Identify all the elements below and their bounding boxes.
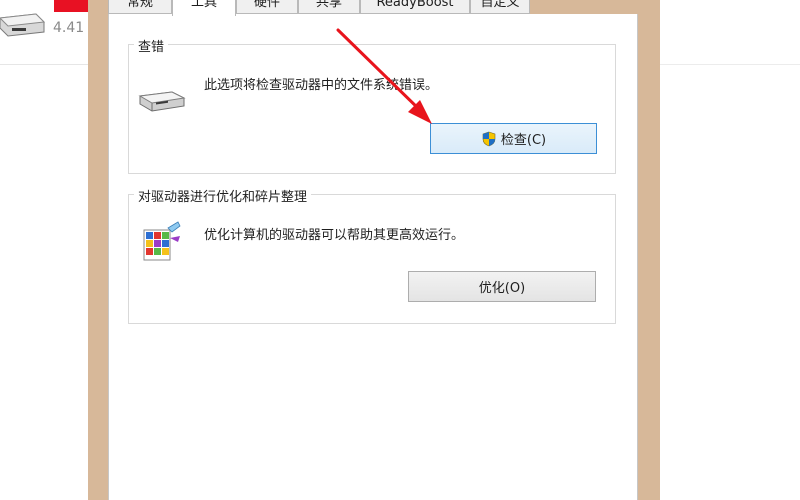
tab-strip: 常规 工具 硬件 共享 ReadyBoost 自定义 bbox=[108, 0, 638, 16]
explorer-background-right bbox=[660, 0, 800, 500]
explorer-divider-left bbox=[0, 64, 88, 65]
tab-label: 自定义 bbox=[480, 0, 520, 10]
error-checking-group bbox=[128, 44, 616, 174]
tab-customize[interactable]: 自定义 bbox=[470, 0, 530, 14]
optimize-button[interactable]: 优化(O) bbox=[408, 271, 596, 302]
tab-sharing[interactable]: 共享 bbox=[298, 0, 360, 14]
drive-thumbnail-icon bbox=[0, 13, 46, 37]
drive-usage-bar bbox=[54, 0, 88, 12]
drive-size-text: 4.41 bbox=[53, 20, 85, 36]
tab-general[interactable]: 常规 bbox=[108, 0, 172, 14]
tab-tools[interactable]: 工具 bbox=[172, 0, 236, 16]
optimize-button-label: 优化(O) bbox=[478, 281, 526, 296]
error-checking-description: 此选项将检查驱动器中的文件系统错误。 bbox=[204, 78, 439, 93]
optimize-description: 优化计算机的驱动器可以帮助其更高效运行。 bbox=[204, 228, 465, 243]
error-checking-title: 查错 bbox=[134, 36, 169, 55]
defrag-icon bbox=[143, 221, 181, 261]
tab-hardware[interactable]: 硬件 bbox=[236, 0, 298, 14]
tab-label: 共享 bbox=[315, 0, 342, 10]
uac-shield-icon bbox=[482, 131, 496, 146]
tab-readyboost[interactable]: ReadyBoost bbox=[360, 0, 470, 14]
hard-drive-icon bbox=[138, 91, 186, 112]
explorer-background-left bbox=[0, 0, 88, 500]
check-button-label: 检查(C) bbox=[500, 133, 547, 148]
explorer-divider-right bbox=[660, 64, 800, 65]
tab-label: 工具 bbox=[190, 0, 217, 10]
check-button[interactable]: 检查(C) bbox=[430, 123, 597, 154]
tab-label: 常规 bbox=[126, 0, 153, 10]
tab-label: 硬件 bbox=[253, 0, 280, 10]
optimize-group bbox=[128, 194, 616, 324]
optimize-title: 对驱动器进行优化和碎片整理 bbox=[134, 186, 312, 205]
tab-label: ReadyBoost bbox=[376, 0, 454, 10]
